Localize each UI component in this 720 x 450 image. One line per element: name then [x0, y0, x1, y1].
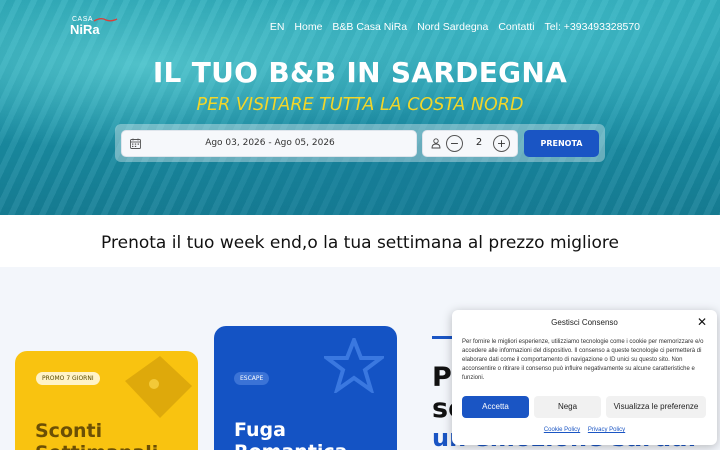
card-title-line2: Settimanali	[35, 442, 158, 450]
accept-button[interactable]: Accetta	[462, 396, 529, 418]
deny-button[interactable]: Nega	[534, 396, 601, 418]
card-title: Fuga Romantica	[234, 419, 348, 450]
nav-item-contatti[interactable]: Contatti	[498, 21, 534, 33]
card-title-line1: Fuga	[234, 419, 286, 441]
preferences-button[interactable]: Visualizza le preferenze	[606, 396, 706, 418]
promo-band: Prenota il tuo week end,o la tua settima…	[0, 215, 720, 267]
logo[interactable]: CASA NiRa	[70, 16, 120, 38]
card-tag: ESCAPE	[234, 372, 270, 385]
booking-bar: Ago 03, 2026 - Ago 05, 2026 − 2 + PRENOT…	[115, 124, 605, 162]
person-icon	[431, 138, 441, 149]
cookie-consent-dialog: Gestisci Consenso ✕ Per fornire le migli…	[452, 310, 717, 445]
nav-item-phone[interactable]: Tel: +393493328570	[545, 21, 640, 33]
star-icon	[324, 338, 384, 393]
card-title: Sconti Settimanali	[35, 420, 158, 450]
guests-count: 2	[475, 137, 483, 148]
guests-decrement-button[interactable]: −	[446, 135, 463, 152]
card-title-line1: Sconti	[35, 420, 103, 442]
consent-text: Per fornire le migliori esperienze, util…	[462, 339, 704, 381]
guests-increment-button[interactable]: +	[493, 135, 510, 152]
privacy-policy-link[interactable]: Privacy Policy	[588, 427, 625, 433]
nav-item-language[interactable]: EN	[270, 21, 285, 33]
close-icon[interactable]: ✕	[697, 315, 707, 329]
main-nav: EN Home B&B Casa NiRa Nord Sardegna Cont…	[260, 21, 640, 33]
date-range-field[interactable]: Ago 03, 2026 - Ago 05, 2026	[121, 130, 417, 157]
card-weekly-discount[interactable]: PROMO 7 GIORNI Sconti Settimanali	[15, 351, 198, 450]
date-range-value: Ago 03, 2026 - Ago 05, 2026	[205, 138, 335, 148]
consent-title: Gestisci Consenso	[551, 318, 618, 327]
book-button[interactable]: PRENOTA	[524, 130, 599, 157]
tag-icon	[125, 356, 192, 418]
nav-item-bnb[interactable]: B&B Casa NiRa	[332, 21, 407, 33]
cookie-policy-link[interactable]: Cookie Policy	[544, 427, 580, 433]
hero-title: IL TUO B&B IN SARDEGNA	[152, 56, 568, 89]
card-tag: PROMO 7 GIORNI	[36, 372, 100, 385]
promo-band-text: Prenota il tuo week end,o la tua settima…	[101, 233, 619, 253]
card-title-line2: Romantica	[234, 441, 348, 450]
consent-links: Cookie Policy Privacy Policy	[452, 427, 717, 433]
hero-subtitle: PER VISITARE TUTTA LA COSTA NORD	[196, 95, 524, 115]
guests-field: − 2 +	[422, 130, 518, 157]
nav-item-nord-sardegna[interactable]: Nord Sardegna	[417, 21, 488, 33]
logo-big-text: NiRa	[70, 22, 100, 37]
nav-item-home[interactable]: Home	[294, 21, 322, 33]
card-romantic-escape[interactable]: ESCAPE Fuga Romantica	[214, 326, 397, 450]
hero-section: CASA NiRa EN Home B&B Casa NiRa Nord Sar…	[0, 0, 720, 215]
